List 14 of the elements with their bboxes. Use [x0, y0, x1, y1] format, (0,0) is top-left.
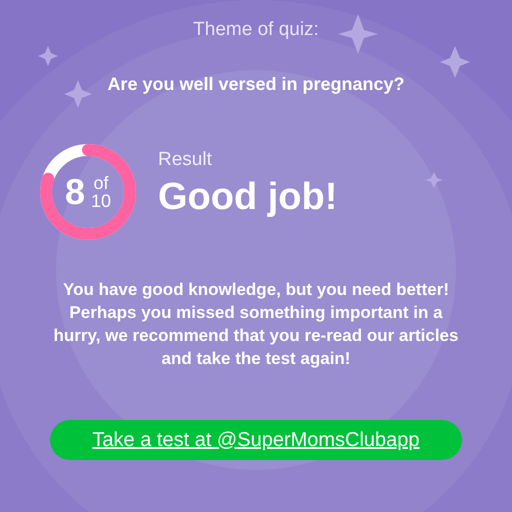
result-label: Result: [158, 148, 213, 172]
sparkle-icon: [64, 80, 92, 108]
score-total: 10: [91, 192, 112, 210]
sparkle-icon: [440, 46, 470, 78]
result-verdict: Good job!: [158, 175, 338, 220]
quiz-title: Are you well versed in pregnancy?: [107, 72, 405, 96]
score-value: 8: [64, 174, 85, 210]
result-message: You have good knowledge, but you need better! Perhaps you missed something important in a hurry, we recommend that you re-read our articles and take the test again!: [52, 278, 460, 370]
sparkle-icon: [425, 172, 443, 188]
sparkle-icon: [338, 14, 378, 54]
sparkle-icon: [38, 46, 58, 66]
theme-label: Theme of quiz:: [193, 18, 319, 42]
score-of: of: [94, 174, 109, 192]
take-test-button[interactable]: Take a test at @SuperMomsClubapp: [50, 420, 462, 460]
